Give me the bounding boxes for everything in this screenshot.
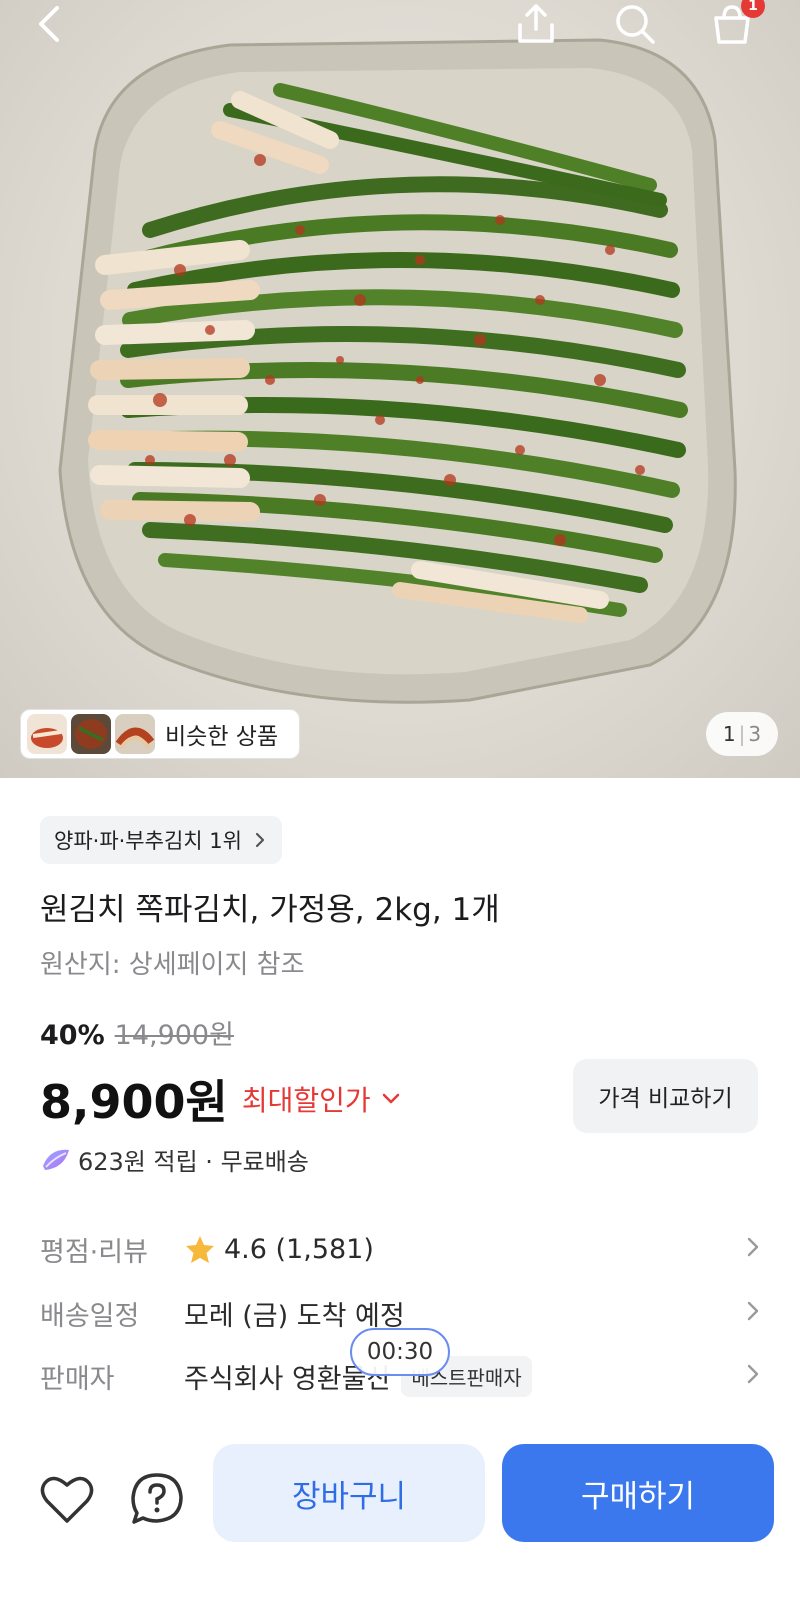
share-button[interactable]	[508, 0, 564, 48]
chevron-right-icon	[747, 1364, 759, 1384]
category-rank-chip[interactable]: 양파·파·부추김치 1위	[40, 816, 282, 864]
chevron-right-icon	[747, 1301, 759, 1321]
buy-now-button[interactable]: 구매하기	[502, 1444, 774, 1542]
chevron-right-icon	[747, 1237, 759, 1257]
wishlist-button[interactable]	[38, 1470, 96, 1528]
chevron-left-icon	[39, 6, 59, 42]
chevron-right-icon	[255, 832, 265, 848]
product-origin: 원산지: 상세페이지 참조	[40, 950, 305, 980]
points-text: 623원 적립 · 무료배송	[78, 1148, 309, 1176]
image-page-indicator: 1 | 3	[706, 712, 778, 756]
sale-price: 8,900원	[40, 1075, 228, 1129]
delivery-label: 배송일정	[40, 1300, 140, 1332]
star-icon	[186, 1236, 214, 1263]
search-icon	[616, 5, 655, 44]
max-discount-toggle[interactable]: 최대할인가	[242, 1079, 371, 1119]
points-shipping-row: 623원 적립 · 무료배송	[40, 1142, 309, 1177]
cart-count-badge: 1	[741, 0, 765, 18]
rating-label: 평점·리뷰	[40, 1236, 148, 1268]
discount-row: 40% 14,900원	[40, 1013, 234, 1052]
rating-value-wrap: 4.6 (1,581)	[184, 1234, 374, 1265]
timer-overlay: 00:30	[350, 1328, 450, 1376]
add-to-cart-button[interactable]: 장바구니	[213, 1444, 485, 1542]
product-photo	[58, 38, 737, 704]
original-price: 14,900원	[114, 1020, 234, 1051]
top-navigation-bar: 1	[0, 0, 800, 56]
share-icon	[518, 4, 554, 43]
similar-thumb-3	[115, 714, 155, 754]
max-discount-label: 최대할인가	[241, 1084, 371, 1117]
product-image-gallery[interactable]: 1 비슷한 상품 1 | 3	[0, 0, 800, 778]
price-compare-button[interactable]: 가격 비교하기	[573, 1059, 758, 1133]
price-row: 8,900원 최대할인가	[40, 1066, 401, 1132]
page-current: 1	[722, 722, 736, 746]
discount-percent: 40%	[40, 1020, 105, 1051]
rank-chip-label: 양파·파·부추김치 1위	[54, 829, 242, 853]
delivery-value: 모레 (금) 도착 예정	[184, 1300, 405, 1332]
product-title: 원김치 쪽파김치, 가정용, 2kg, 1개	[40, 892, 500, 928]
page-total: 3	[748, 722, 762, 746]
similar-products-label: 비슷한 상품	[165, 724, 279, 750]
chevron-down-icon[interactable]	[381, 1092, 401, 1106]
inquiry-button[interactable]	[128, 1470, 186, 1528]
cart-button[interactable]: 1	[704, 0, 765, 48]
bottom-action-bar: 장바구니 구매하기	[0, 1430, 800, 1614]
points-icon	[43, 1149, 69, 1170]
seller-label: 판매자	[40, 1363, 115, 1395]
heart-icon	[40, 1476, 94, 1523]
similar-thumb-2	[71, 714, 111, 754]
question-bubble-icon	[131, 1473, 183, 1524]
back-button[interactable]	[22, 0, 78, 48]
similar-products-button[interactable]: 비슷한 상품	[20, 709, 300, 759]
rating-review-row[interactable]: 평점·리뷰 4.6 (1,581)	[40, 1227, 760, 1271]
similar-thumb-1	[27, 714, 67, 754]
rating-value: 4.6 (1,581)	[224, 1233, 374, 1265]
search-button[interactable]	[607, 0, 663, 48]
